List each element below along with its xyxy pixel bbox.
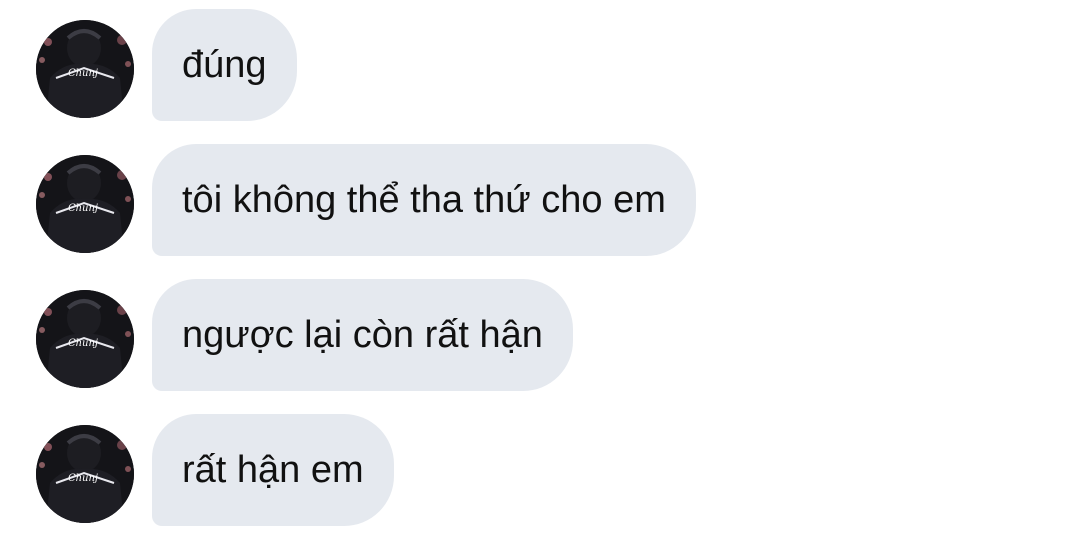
user-avatar-icon[interactable]: Chunj <box>36 425 134 523</box>
message-text: tôi không thể tha thứ cho em <box>182 179 666 221</box>
message-text: ngược lại còn rất hận <box>182 314 543 356</box>
message-row: Chunj ngược lại còn rất hận <box>0 279 1080 391</box>
chat-thread: Chunj đúng Chunj tôi không thể tha thứ c… <box>0 0 1080 544</box>
avatar-label: Chunj <box>68 473 98 484</box>
message-text: rất hận em <box>182 449 364 491</box>
message-bubble[interactable]: ngược lại còn rất hận <box>152 279 573 391</box>
user-avatar-icon[interactable]: Chunj <box>36 155 134 253</box>
message-row: Chunj đúng <box>0 9 1080 121</box>
message-bubble[interactable]: rất hận em <box>152 414 394 526</box>
user-avatar-icon[interactable]: Chunj <box>36 290 134 388</box>
avatar-label: Chunj <box>68 68 98 79</box>
message-row: Chunj tôi không thể tha thứ cho em <box>0 144 1080 256</box>
avatar-label: Chunj <box>68 338 98 349</box>
message-bubble[interactable]: tôi không thể tha thứ cho em <box>152 144 696 256</box>
user-avatar-icon[interactable]: Chunj <box>36 20 134 118</box>
avatar-label: Chunj <box>68 203 98 214</box>
message-row: Chunj rất hận em <box>0 414 1080 526</box>
message-bubble[interactable]: đúng <box>152 9 297 121</box>
message-text: đúng <box>182 44 267 86</box>
